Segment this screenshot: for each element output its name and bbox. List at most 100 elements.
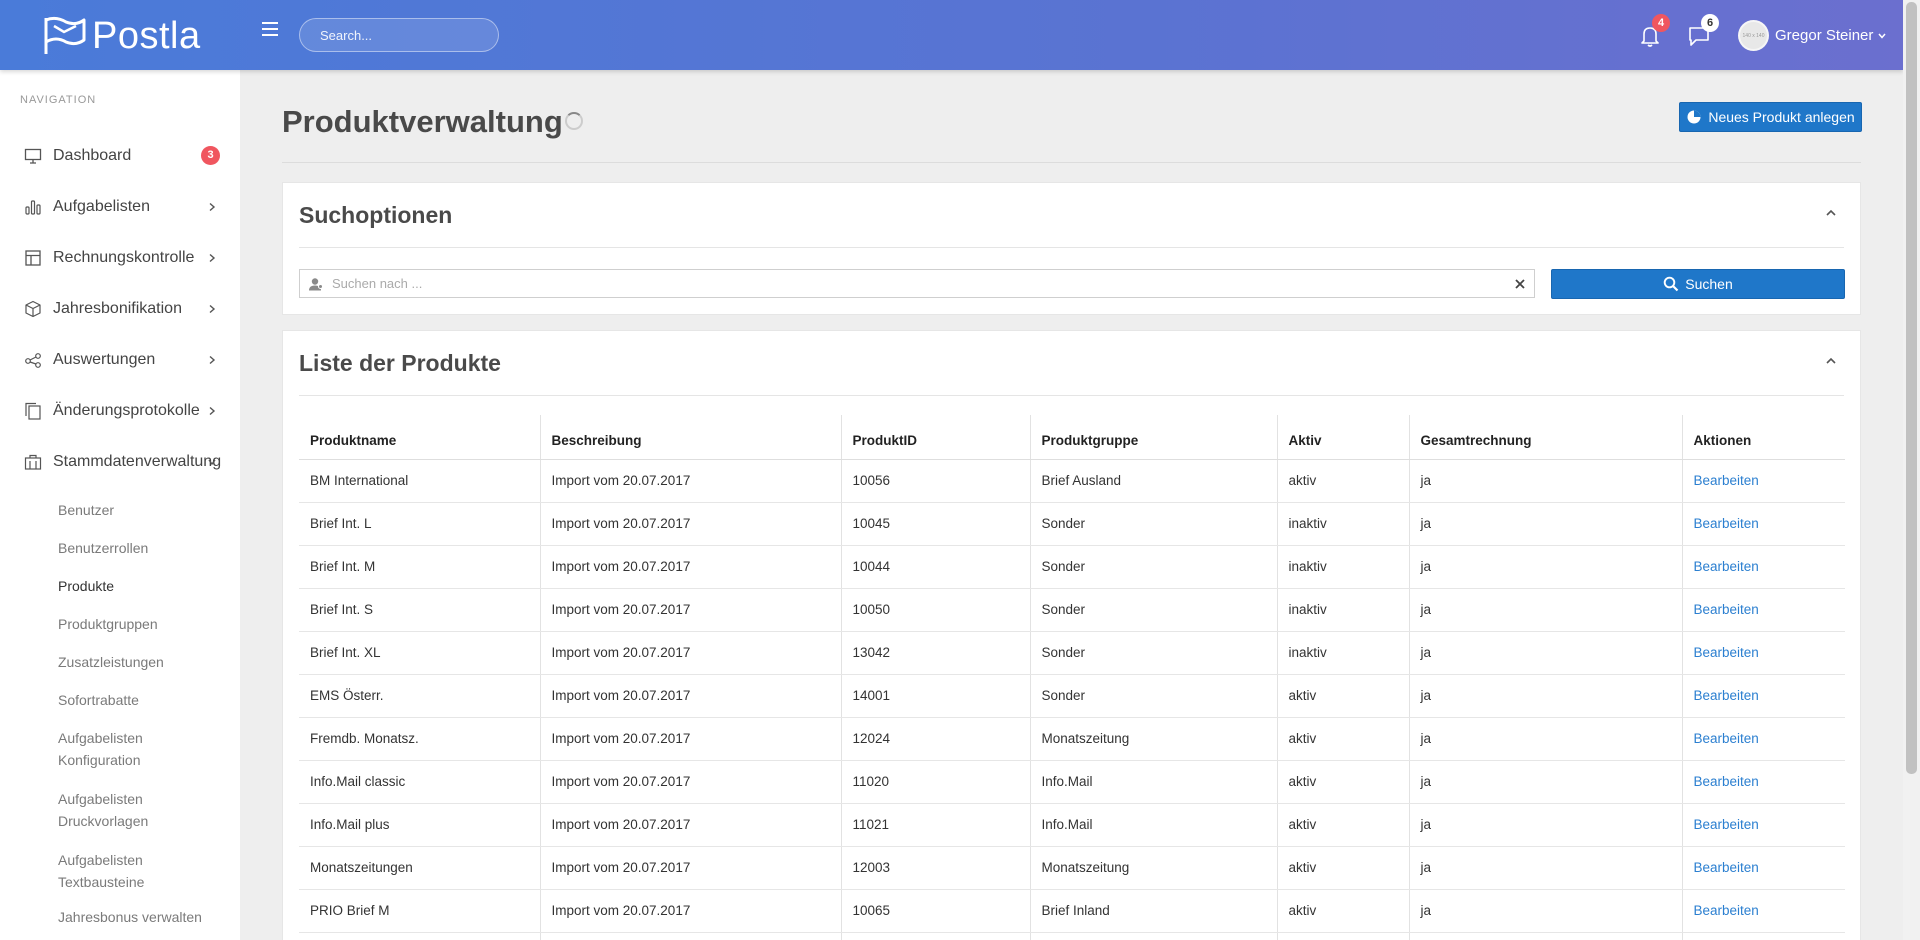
table-row: Fremdb. Monatsz. Import vom 20.07.2017 120… [299, 717, 1845, 761]
chevron-up-icon[interactable] [1824, 208, 1838, 218]
sidebar-subitem-aufgabelisten-konfiguration[interactable]: Aufgabelisten Konfiguration [0, 721, 190, 782]
edit-link[interactable]: Bearbeiten [1694, 645, 1759, 660]
table-cell: Brief Int. S [299, 588, 541, 632]
table-cell: 11020 [841, 760, 1031, 804]
new-product-button[interactable]: Neues Produkt anlegen [1679, 102, 1862, 132]
table-cell: 14001 [841, 674, 1031, 718]
edit-link[interactable]: Bearbeiten [1694, 903, 1759, 918]
table-cell: Bearbeiten [1682, 502, 1845, 546]
table-cell: Bearbeiten [1682, 889, 1845, 933]
column-header[interactable]: Aktiv [1277, 415, 1410, 460]
menu-toggle-icon[interactable] [262, 22, 278, 36]
page-scrollbar[interactable] [1903, 0, 1920, 940]
table-cell: 11021 [841, 803, 1031, 847]
table-cell: aktiv [1277, 760, 1410, 804]
table-cell: PRIO Brief M [299, 889, 541, 933]
product-search-input[interactable] [332, 276, 1514, 291]
sidebar-item-aenderungsprotokolle[interactable]: Änderungsprotokolle [0, 385, 240, 436]
divider [282, 162, 1861, 163]
table-cell: inaktiv [1277, 502, 1410, 546]
column-header[interactable]: ProduktID [841, 415, 1031, 460]
user-name: Gregor Steiner [1775, 27, 1874, 44]
table-row: PRIO Brief M Import vom 20.07.2017 10065 Br… [299, 889, 1845, 933]
sidebar-item-stammdatenverwaltung[interactable]: Stammdatenverwaltung [0, 436, 240, 487]
sidebar-subitem-benutzer[interactable]: Benutzer [0, 493, 240, 531]
chevron-down-icon [208, 459, 216, 465]
edit-link[interactable]: Bearbeiten [1694, 688, 1759, 703]
sidebar-item-aufgabelisten[interactable]: Aufgabelisten [0, 181, 240, 232]
sidebar-item-rechnungskontrolle[interactable]: Rechnungskontrolle [0, 232, 240, 283]
sidebar-subitem-produkte[interactable]: Produkte [0, 569, 240, 607]
table-cell: aktiv [1277, 803, 1410, 847]
table-cell: Bearbeiten [1682, 631, 1845, 675]
edit-link[interactable]: Bearbeiten [1694, 516, 1759, 531]
sidebar-item-jahresbonifikation[interactable]: Jahresbonifikation [0, 283, 240, 334]
edit-link[interactable]: Bearbeiten [1694, 817, 1759, 832]
search-button[interactable]: Suchen [1551, 269, 1845, 299]
sidebar-item-dashboard[interactable]: Dashboard 3 [0, 130, 240, 181]
table-cell: aktiv [1277, 889, 1410, 933]
table-cell [1030, 932, 1278, 940]
table-cell: 12003 [841, 846, 1031, 890]
user-search-icon [309, 277, 323, 290]
sidebar-item-auswertungen[interactable]: Auswertungen [0, 334, 240, 385]
table-cell: Bearbeiten [1682, 803, 1845, 847]
column-header[interactable]: Produktname [299, 415, 541, 460]
table-cell: Sonder [1030, 588, 1278, 632]
table-cell: Brief Inland [1030, 889, 1278, 933]
table-cell: Bearbeiten [1682, 674, 1845, 718]
product-search-field [299, 269, 1535, 298]
table-cell: Import vom 20.07.2017 [540, 502, 842, 546]
sidebar-subitem-zusatzleistungen[interactable]: Zusatzleistungen [0, 645, 240, 683]
sidebar-item-label: Änderungsprotokolle [53, 401, 200, 419]
sidebar-item-label: Stammdatenverwaltung [53, 452, 222, 470]
notifications-button[interactable]: 4 [1638, 14, 1670, 48]
edit-link[interactable]: Bearbeiten [1694, 860, 1759, 875]
edit-link[interactable]: Bearbeiten [1694, 602, 1759, 617]
messages-button[interactable]: 6 [1687, 14, 1719, 48]
table-row: Brief Int. L Import vom 20.07.2017 10045 So… [299, 502, 1845, 546]
chevron-up-icon[interactable] [1824, 356, 1838, 366]
table-cell: Import vom 20.07.2017 [540, 674, 842, 718]
table-cell: Info.Mail classic [299, 760, 541, 804]
user-menu[interactable]: 140 x 140 Gregor Steiner [1738, 20, 1887, 51]
sidebar-item-label: Auswertungen [53, 350, 156, 368]
table-cell: Import vom 20.07.2017 [540, 631, 842, 675]
close-icon[interactable] [1514, 278, 1526, 290]
sidebar-subitem-jahresbonus[interactable]: Jahresbonus verwalten [0, 904, 240, 940]
column-header[interactable]: Produktgruppe [1030, 415, 1278, 460]
table-cell: Sonder [1030, 502, 1278, 546]
edit-link[interactable]: Bearbeiten [1694, 774, 1759, 789]
scrollbar-thumb[interactable] [1906, 2, 1917, 774]
table-cell: 12024 [841, 717, 1031, 761]
avatar: 140 x 140 [1738, 20, 1769, 51]
column-header[interactable]: Aktionen [1682, 415, 1845, 460]
table-cell [540, 932, 842, 940]
table-cell: ja [1409, 631, 1683, 675]
table-body: BM International Import vom 20.07.2017 100… [299, 459, 1845, 940]
global-search-input[interactable] [320, 27, 496, 43]
column-header[interactable]: Gesamtrechnung [1409, 415, 1683, 460]
table-cell: Brief Int. L [299, 502, 541, 546]
table-cell: ja [1409, 717, 1683, 761]
global-search [299, 18, 499, 52]
table-cell: Bearbeiten [1682, 545, 1845, 589]
sidebar-subitem-aufgabelisten-druckvorlagen[interactable]: Aufgabelisten Druckvorlagen [0, 782, 190, 843]
sidebar-subitem-sofortrabatte[interactable]: Sofortrabatte [0, 683, 240, 721]
table-cell: ja [1409, 846, 1683, 890]
logo[interactable]: Postla [40, 14, 201, 58]
table-cell: Brief Int. XL [299, 631, 541, 675]
messages-badge: 6 [1701, 14, 1719, 32]
edit-link[interactable]: Bearbeiten [1694, 731, 1759, 746]
sidebar-subitem-aufgabelisten-textbausteine[interactable]: Aufgabelisten Textbausteine [0, 843, 190, 904]
sidebar-subitem-benutzerrollen[interactable]: Benutzerrollen [0, 531, 240, 569]
chevron-right-icon [209, 253, 216, 262]
table-row [299, 932, 1845, 940]
column-header[interactable]: Beschreibung [540, 415, 842, 460]
sidebar-subitem-produktgruppen[interactable]: Produktgruppen [0, 607, 240, 645]
briefcase-icon [24, 454, 42, 470]
table-cell: Monatszeitungen [299, 846, 541, 890]
table-cell: ja [1409, 889, 1683, 933]
edit-link[interactable]: Bearbeiten [1694, 559, 1759, 574]
edit-link[interactable]: Bearbeiten [1694, 473, 1759, 488]
